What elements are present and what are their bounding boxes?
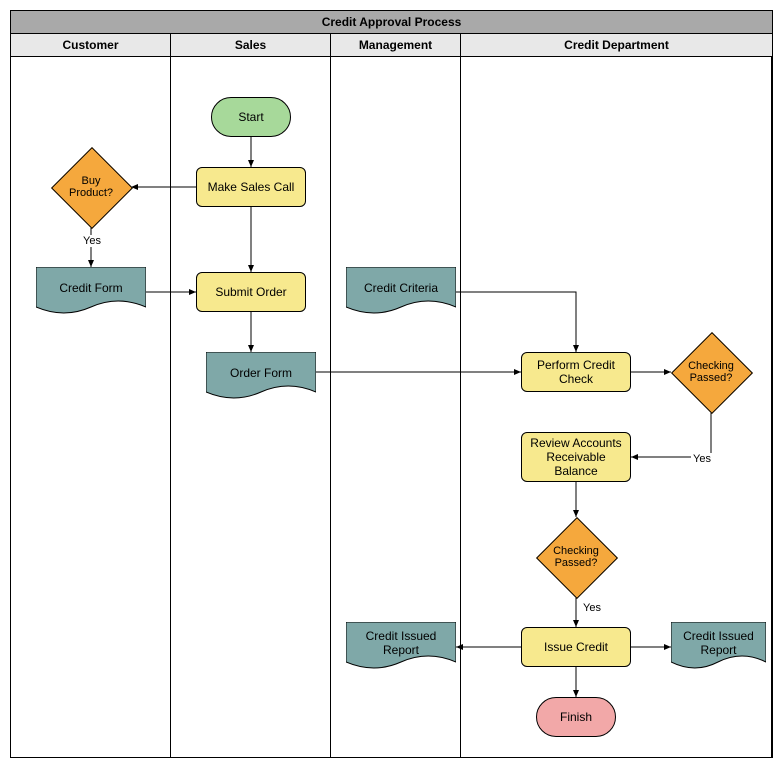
make-sales-call-process: Make Sales Call <box>196 167 306 207</box>
perform-credit-check-process: Perform Credit Check <box>521 352 631 392</box>
edge-label-yes-3: Yes <box>581 602 603 614</box>
credit-criteria-document: Credit Criteria <box>346 267 456 317</box>
diagram-title: Credit Approval Process <box>11 11 772 34</box>
lane-sales <box>171 57 331 757</box>
credit-form-document: Credit Form <box>36 267 146 317</box>
edge-label-yes-2: Yes <box>691 453 713 465</box>
lane-header-management: Management <box>331 34 461 57</box>
checking-passed-2-decision: Checking Passed? <box>536 517 616 597</box>
submit-order-process: Submit Order <box>196 272 306 312</box>
lanes-body: Yes Yes Yes Start Make Sales Call Buy Pr… <box>11 57 772 757</box>
lane-header-credit: Credit Department <box>461 34 772 57</box>
review-accounts-process: Review Accounts Receivable Balance <box>521 432 631 482</box>
lane-headers: Customer Sales Management Credit Departm… <box>11 34 772 57</box>
credit-issued-report-cd-document: Credit Issued Report <box>671 622 766 672</box>
order-form-document: Order Form <box>206 352 316 402</box>
checking-passed-1-decision: Checking Passed? <box>671 332 751 412</box>
finish-node: Finish <box>536 697 616 737</box>
issue-credit-process: Issue Credit <box>521 627 631 667</box>
lane-header-customer: Customer <box>11 34 171 57</box>
swimlane-diagram: Credit Approval Process Customer Sales M… <box>10 10 773 758</box>
edge-label-yes-1: Yes <box>81 235 103 247</box>
start-node: Start <box>211 97 291 137</box>
lane-header-sales: Sales <box>171 34 331 57</box>
credit-issued-report-mgmt-document: Credit Issued Report <box>346 622 456 672</box>
buy-product-decision: Buy Product? <box>51 147 131 227</box>
